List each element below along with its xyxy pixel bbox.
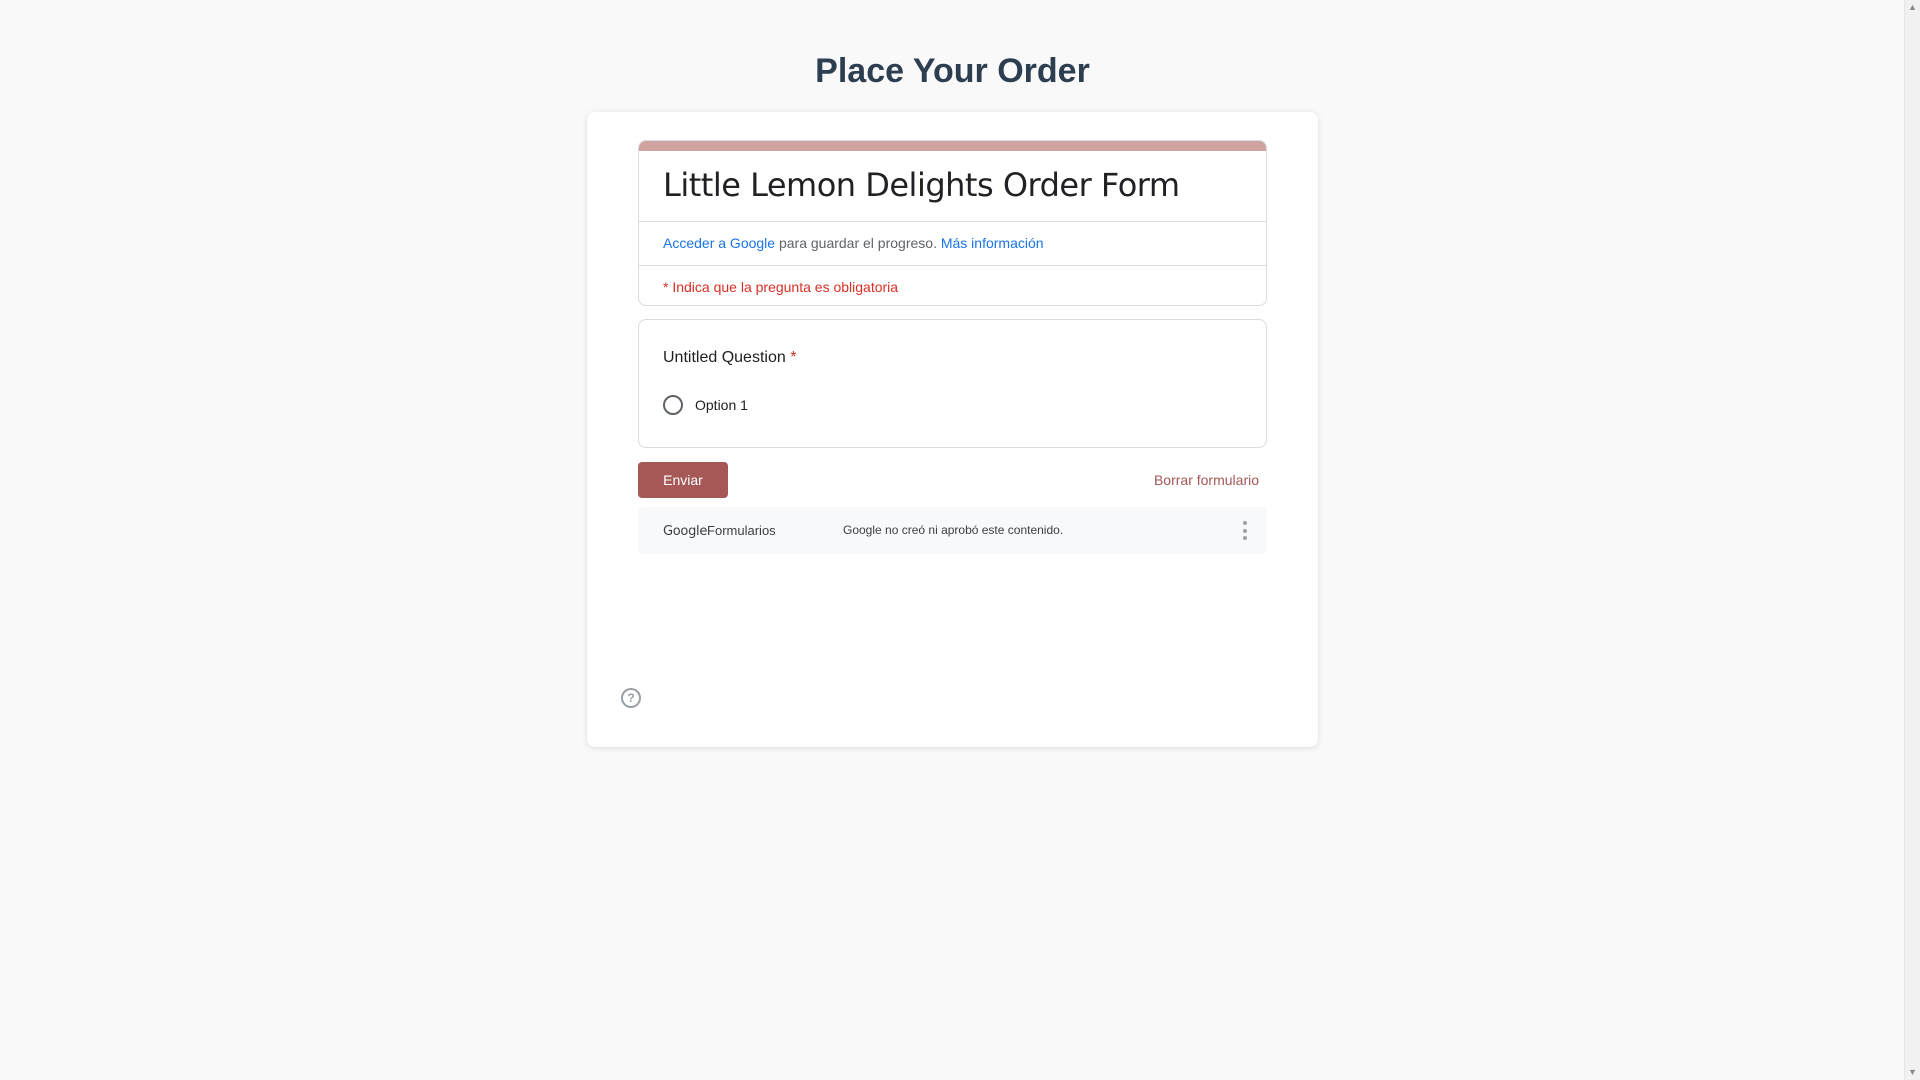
help-icon[interactable]: ? xyxy=(621,688,641,708)
kebab-dot xyxy=(1243,528,1247,533)
required-note: * Indica que la pregunta es obligatoria xyxy=(663,279,899,295)
form-accent-bar xyxy=(639,141,1266,151)
submit-button[interactable]: Enviar xyxy=(638,462,728,498)
signin-text: para guardar el progreso. xyxy=(775,235,941,251)
more-info-link[interactable]: Más información xyxy=(941,235,1044,251)
radio-option[interactable]: Option 1 xyxy=(663,395,1242,415)
kebab-dot xyxy=(1243,521,1247,525)
more-vertical-icon[interactable] xyxy=(1243,521,1247,540)
scroll-up-icon[interactable]: ▲ xyxy=(1905,0,1920,15)
radio-unchecked-icon[interactable] xyxy=(663,395,683,415)
question-card: Untitled Question * Option 1 xyxy=(638,319,1267,448)
forms-logo-text: Formularios xyxy=(707,523,776,538)
forms-footer: GoogleFormularios Google no creó ni apro… xyxy=(638,507,1267,554)
google-logo-text: Google xyxy=(663,524,708,539)
form-header-card: Little Lemon Delights Order Form Acceder… xyxy=(638,140,1267,306)
google-forms-logo: GoogleFormularios xyxy=(663,507,776,554)
required-asterisk: * xyxy=(790,349,797,366)
question-title-row: Untitled Question * xyxy=(663,346,1242,370)
option-label: Option 1 xyxy=(695,397,748,413)
page-title: Place Your Order xyxy=(815,52,1090,90)
signin-link[interactable]: Acceder a Google xyxy=(663,235,775,251)
scroll-thumb[interactable] xyxy=(1907,16,1917,1046)
vertical-scrollbar[interactable]: ▲ ▼ xyxy=(1904,0,1920,1080)
kebab-dot xyxy=(1243,536,1247,540)
form-title: Little Lemon Delights Order Form xyxy=(639,151,1266,222)
scroll-down-icon[interactable]: ▼ xyxy=(1905,1065,1920,1080)
page: Place Your Order Little Lemon Delights O… xyxy=(0,0,1905,1080)
clear-form-button[interactable]: Borrar formulario xyxy=(1137,462,1267,498)
signin-row: Acceder a Google para guardar el progres… xyxy=(639,222,1266,266)
question-title: Untitled Question xyxy=(663,349,786,366)
disclaimer-text: Google no creó ni aprobó este contenido. xyxy=(843,523,1064,537)
embedded-form-frame: Little Lemon Delights Order Form Acceder… xyxy=(587,112,1318,747)
